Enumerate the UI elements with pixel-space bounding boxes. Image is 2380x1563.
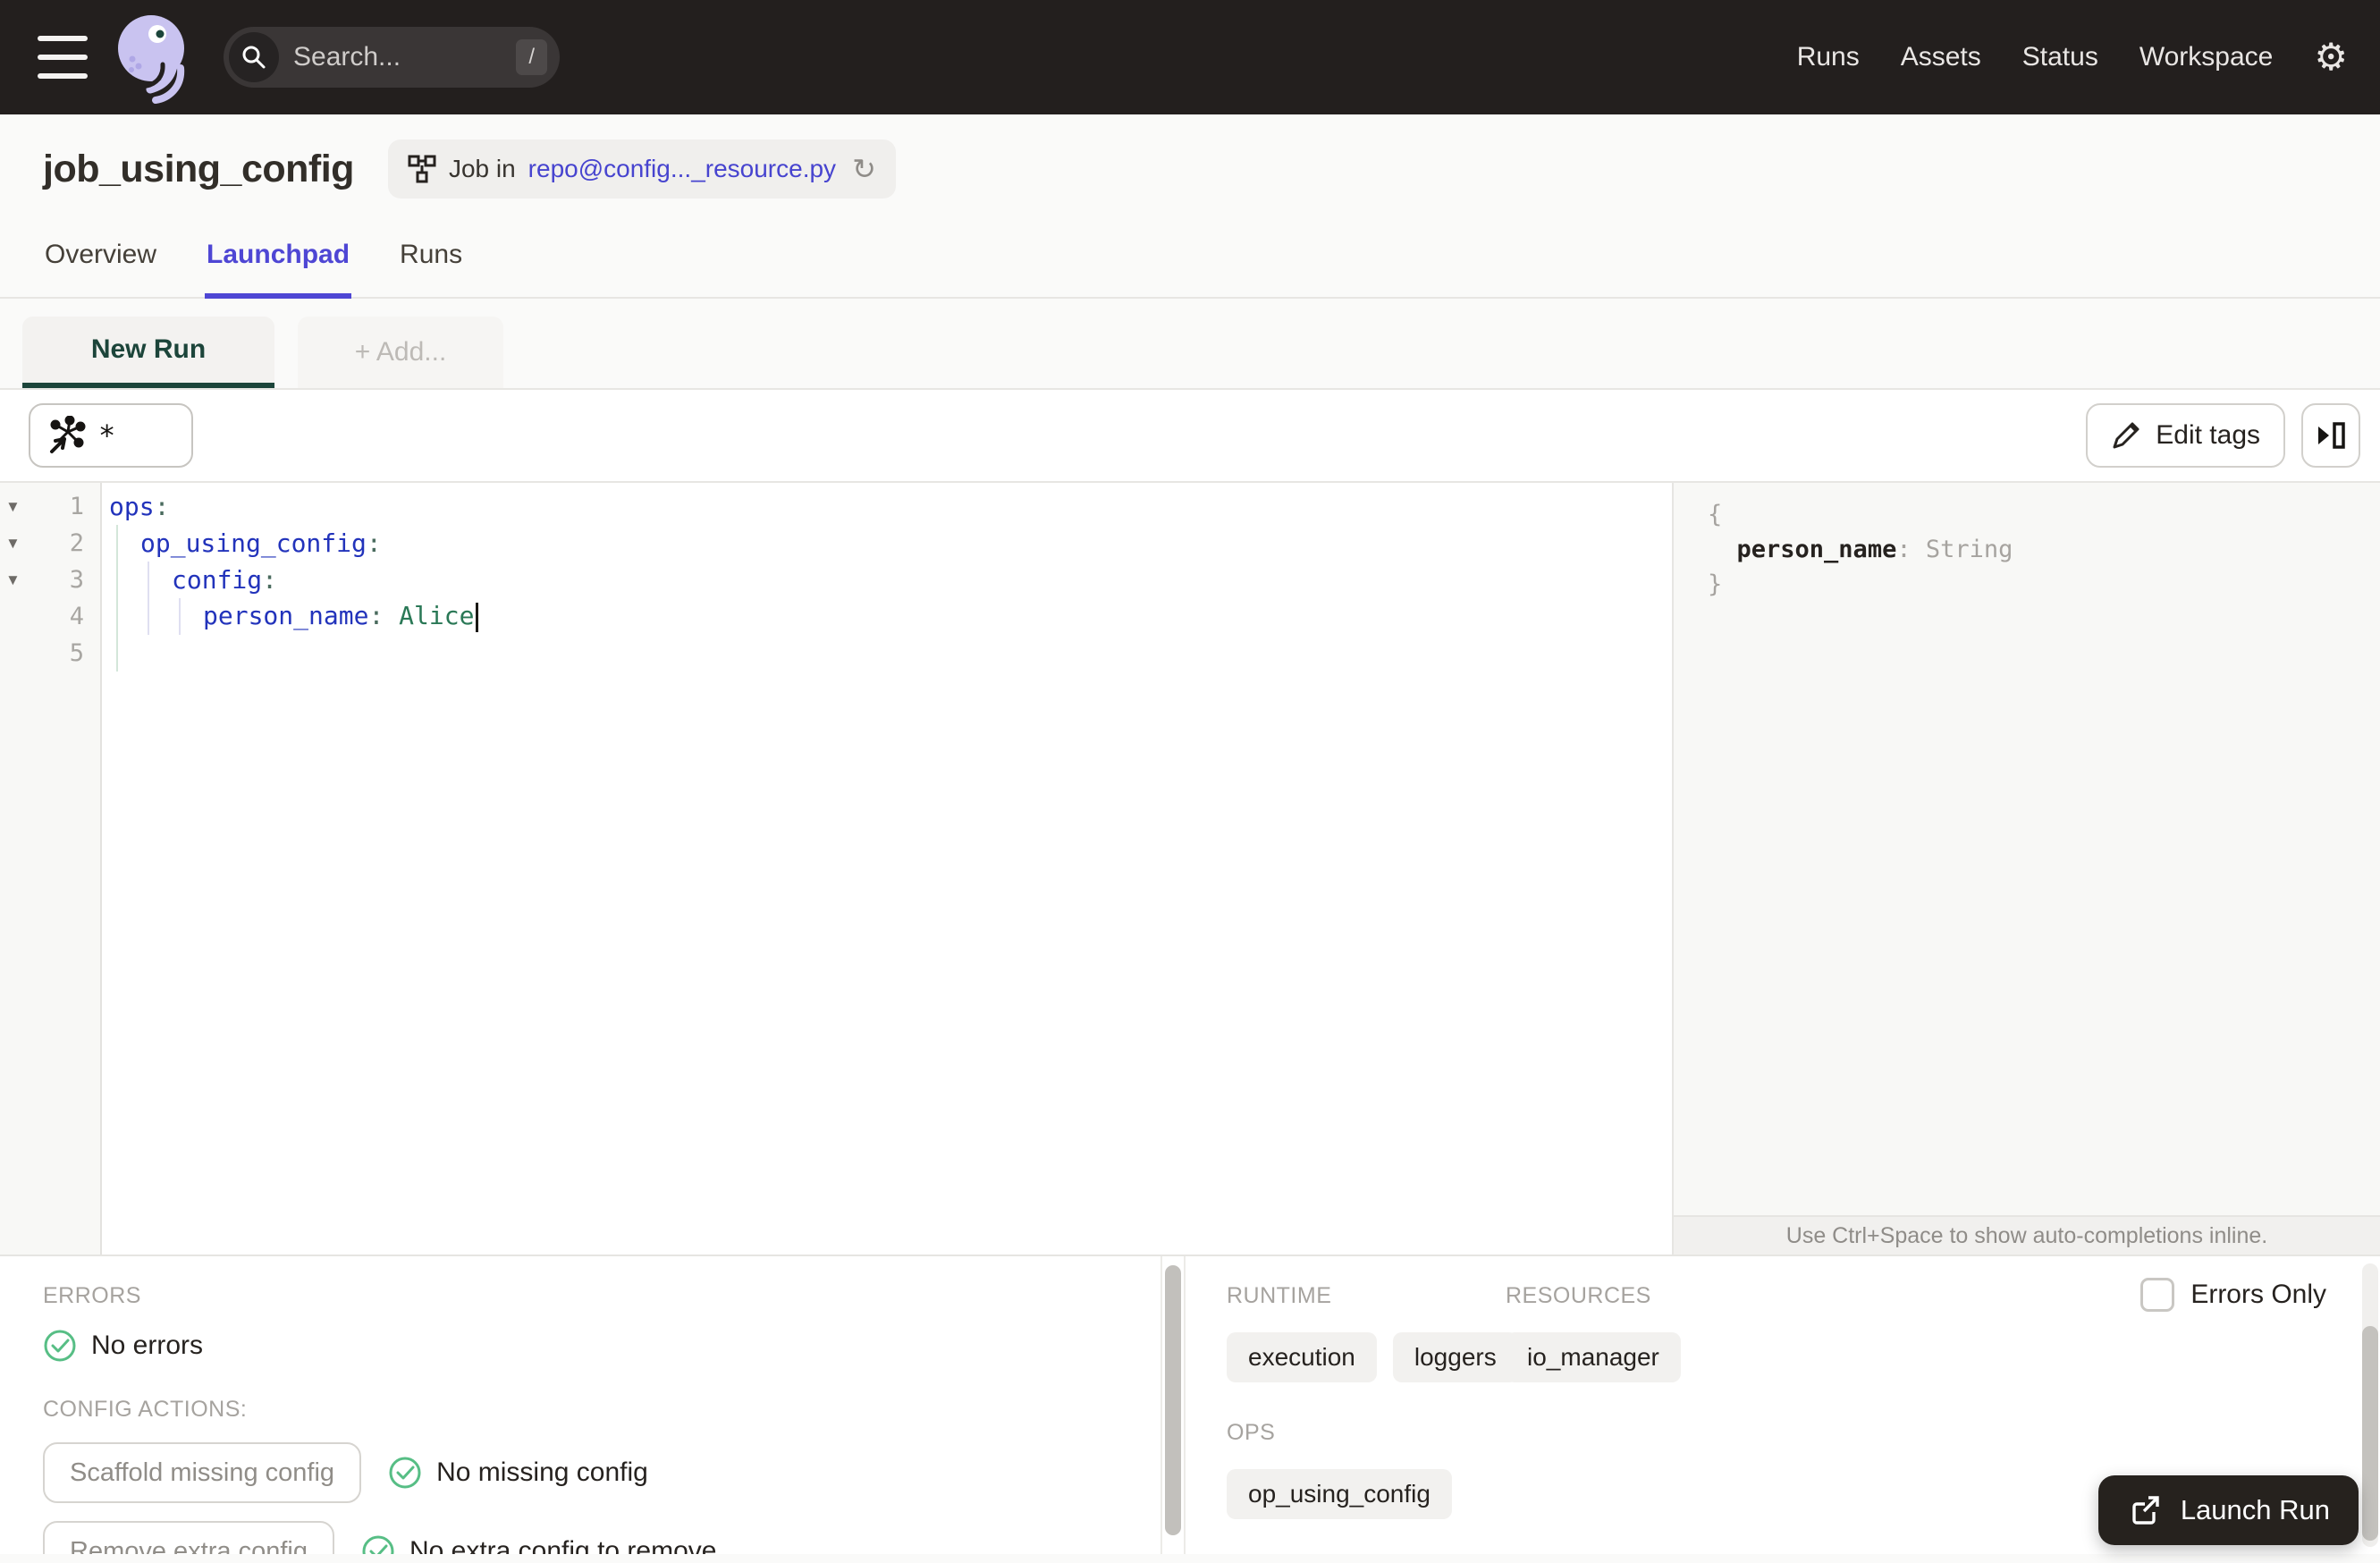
search-input[interactable] (293, 42, 517, 72)
editor-line[interactable]: 5 (0, 635, 1672, 672)
tab-runs[interactable]: Runs (398, 224, 464, 299)
errors-only-toggle: Errors Only (2140, 1278, 2326, 1312)
resources-pills: io_manager (1506, 1332, 1681, 1382)
collapse-panel-icon (2318, 422, 2345, 449)
tab-overview[interactable]: Overview (43, 224, 158, 299)
runtime-pills: execution loggers (1227, 1332, 1518, 1382)
search-shortcut-key: / (516, 39, 547, 75)
job-origin-badge: Job in repo@config..._resource.py ↻ (387, 139, 896, 199)
launch-run-button[interactable]: Launch Run (2097, 1475, 2359, 1545)
tag-pill[interactable]: op_using_config (1227, 1469, 1452, 1519)
code-line: op_using_config: (140, 528, 382, 558)
tag-pill[interactable]: loggers (1392, 1332, 1518, 1382)
tag-pill[interactable]: io_manager (1506, 1332, 1681, 1382)
text-cursor (476, 602, 479, 632)
fold-arrow-icon[interactable]: ▼ (0, 535, 27, 553)
top-navigation-bar: / Runs Assets Status Workspace ⚙ (0, 0, 2380, 114)
top-nav-links: Runs Assets Status Workspace ⚙ (1797, 38, 2348, 76)
scaffold-config-row: Scaffold missing config No missing confi… (43, 1442, 1160, 1503)
errors-status: No errors (91, 1331, 204, 1360)
session-tab-new-run[interactable]: New Run (22, 317, 274, 388)
fold-arrow-icon[interactable]: ▼ (0, 571, 27, 589)
bottom-right-scrollbar[interactable] (2362, 1263, 2378, 1547)
edit-tags-label: Edit tags (2156, 420, 2260, 450)
errors-only-label: Errors Only (2190, 1280, 2326, 1309)
schema-text: { person_name: String } (1708, 501, 2013, 598)
op-selector-input[interactable]: * (29, 403, 193, 468)
editor-line[interactable]: ▼ 2 op_using_config: (0, 525, 1672, 562)
ops-label: OPS (1227, 1420, 1276, 1445)
schema-key: person_name (1736, 536, 1897, 563)
errors-label: ERRORS (43, 1283, 141, 1308)
global-search[interactable]: / (224, 27, 560, 88)
scrollbar-thumb[interactable] (1165, 1265, 1181, 1535)
settings-gear-icon[interactable]: ⚙ (2314, 38, 2348, 76)
line-number: 2 (69, 529, 84, 557)
nav-assets[interactable]: Assets (1901, 42, 1981, 72)
badge-prefix: Job in (448, 155, 516, 182)
editor-line[interactable]: ▼ 3 config: (0, 562, 1672, 598)
remove-extra-config-button[interactable]: Remove extra config (43, 1521, 334, 1554)
edit-tags-button[interactable]: Edit tags (2086, 403, 2285, 468)
dagster-logo[interactable] (111, 11, 197, 104)
editor-line[interactable]: ▼ 1 ops: (0, 488, 1672, 525)
op-selector-value: * (98, 418, 116, 452)
hamburger-menu-icon[interactable] (38, 36, 88, 79)
code-line: person_name: Alice (95, 601, 1672, 632)
nav-workspace[interactable]: Workspace (2139, 42, 2274, 72)
nav-runs[interactable]: Runs (1797, 42, 1860, 72)
launchpad-session-tabs: New Run + Add... (0, 299, 2380, 390)
editor-lines: ▼ 1 ops: ▼ 2 op_using_config: ▼ 3 config: 4 person… (0, 488, 1672, 672)
check-circle-icon (389, 1457, 421, 1489)
errors-only-checkbox[interactable] (2140, 1278, 2175, 1312)
launchpad-toolbar: * Edit tags (0, 390, 2380, 481)
collapse-right-panel-button[interactable] (2301, 403, 2360, 468)
launch-run-label: Launch Run (2180, 1494, 2330, 1525)
check-circle-icon (362, 1535, 394, 1554)
nav-status[interactable]: Status (2022, 42, 2098, 72)
fold-arrow-icon[interactable]: ▼ (0, 498, 27, 516)
bottom-panel: ERRORS No errors CONFIG ACTIONS: Scaffol… (0, 1255, 2380, 1554)
config-editor-region: ▼ 1 ops: ▼ 2 op_using_config: ▼ 3 config: 4 person… (0, 481, 2380, 1255)
extra-config-status: No extra config to remove (409, 1536, 717, 1554)
tab-launchpad[interactable]: Launchpad (205, 224, 352, 299)
bottom-left-scrollbar[interactable] (1160, 1256, 1186, 1554)
config-actions-label: CONFIG ACTIONS: (43, 1397, 248, 1422)
op-graph-selector-icon (50, 416, 86, 453)
runtime-label: RUNTIME (1227, 1283, 1332, 1308)
refresh-icon[interactable]: ↻ (852, 152, 876, 186)
config-schema-panel: { person_name: String } Use Ctrl+Space t… (1672, 483, 2380, 1255)
errors-section: ERRORS No errors CONFIG ACTIONS: Scaffol… (0, 1256, 1160, 1554)
check-circle-icon (44, 1330, 76, 1362)
repo-link[interactable]: repo@config..._resource.py (528, 155, 836, 183)
line-number: 4 (69, 603, 84, 630)
scrollbar-thumb[interactable] (2362, 1326, 2378, 1541)
line-number: 5 (69, 639, 84, 667)
editor-line[interactable]: 4 person_name: Alice (0, 598, 1672, 635)
scaffold-missing-config-button[interactable]: Scaffold missing config (43, 1442, 362, 1503)
tag-pill[interactable]: execution (1227, 1332, 1377, 1382)
job-graph-icon (408, 155, 436, 183)
line-number: 3 (69, 566, 84, 594)
code-line: config: (172, 565, 278, 595)
yaml-editor[interactable]: ▼ 1 ops: ▼ 2 op_using_config: ▼ 3 config: 4 person… (0, 483, 1672, 1255)
autocomplete-hint: Use Ctrl+Space to show auto-completions … (1674, 1215, 2380, 1255)
page-header: job_using_config Job in repo@config..._r… (0, 114, 2380, 199)
page-title: job_using_config (43, 147, 354, 190)
launch-icon (2132, 1496, 2159, 1525)
pencil-icon (2113, 422, 2139, 449)
resources-label: RESOURCES (1506, 1283, 1651, 1308)
missing-config-status: No missing config (436, 1457, 648, 1487)
schema-type: String (1925, 536, 2013, 563)
remove-config-row: Remove extra config No extra config to r… (43, 1521, 1160, 1554)
search-icon (229, 32, 279, 82)
job-tabs: Overview Launchpad Runs (0, 224, 2380, 299)
line-number: 1 (69, 493, 84, 520)
code-line: ops: (109, 492, 170, 521)
session-tab-add[interactable]: + Add... (298, 317, 503, 388)
